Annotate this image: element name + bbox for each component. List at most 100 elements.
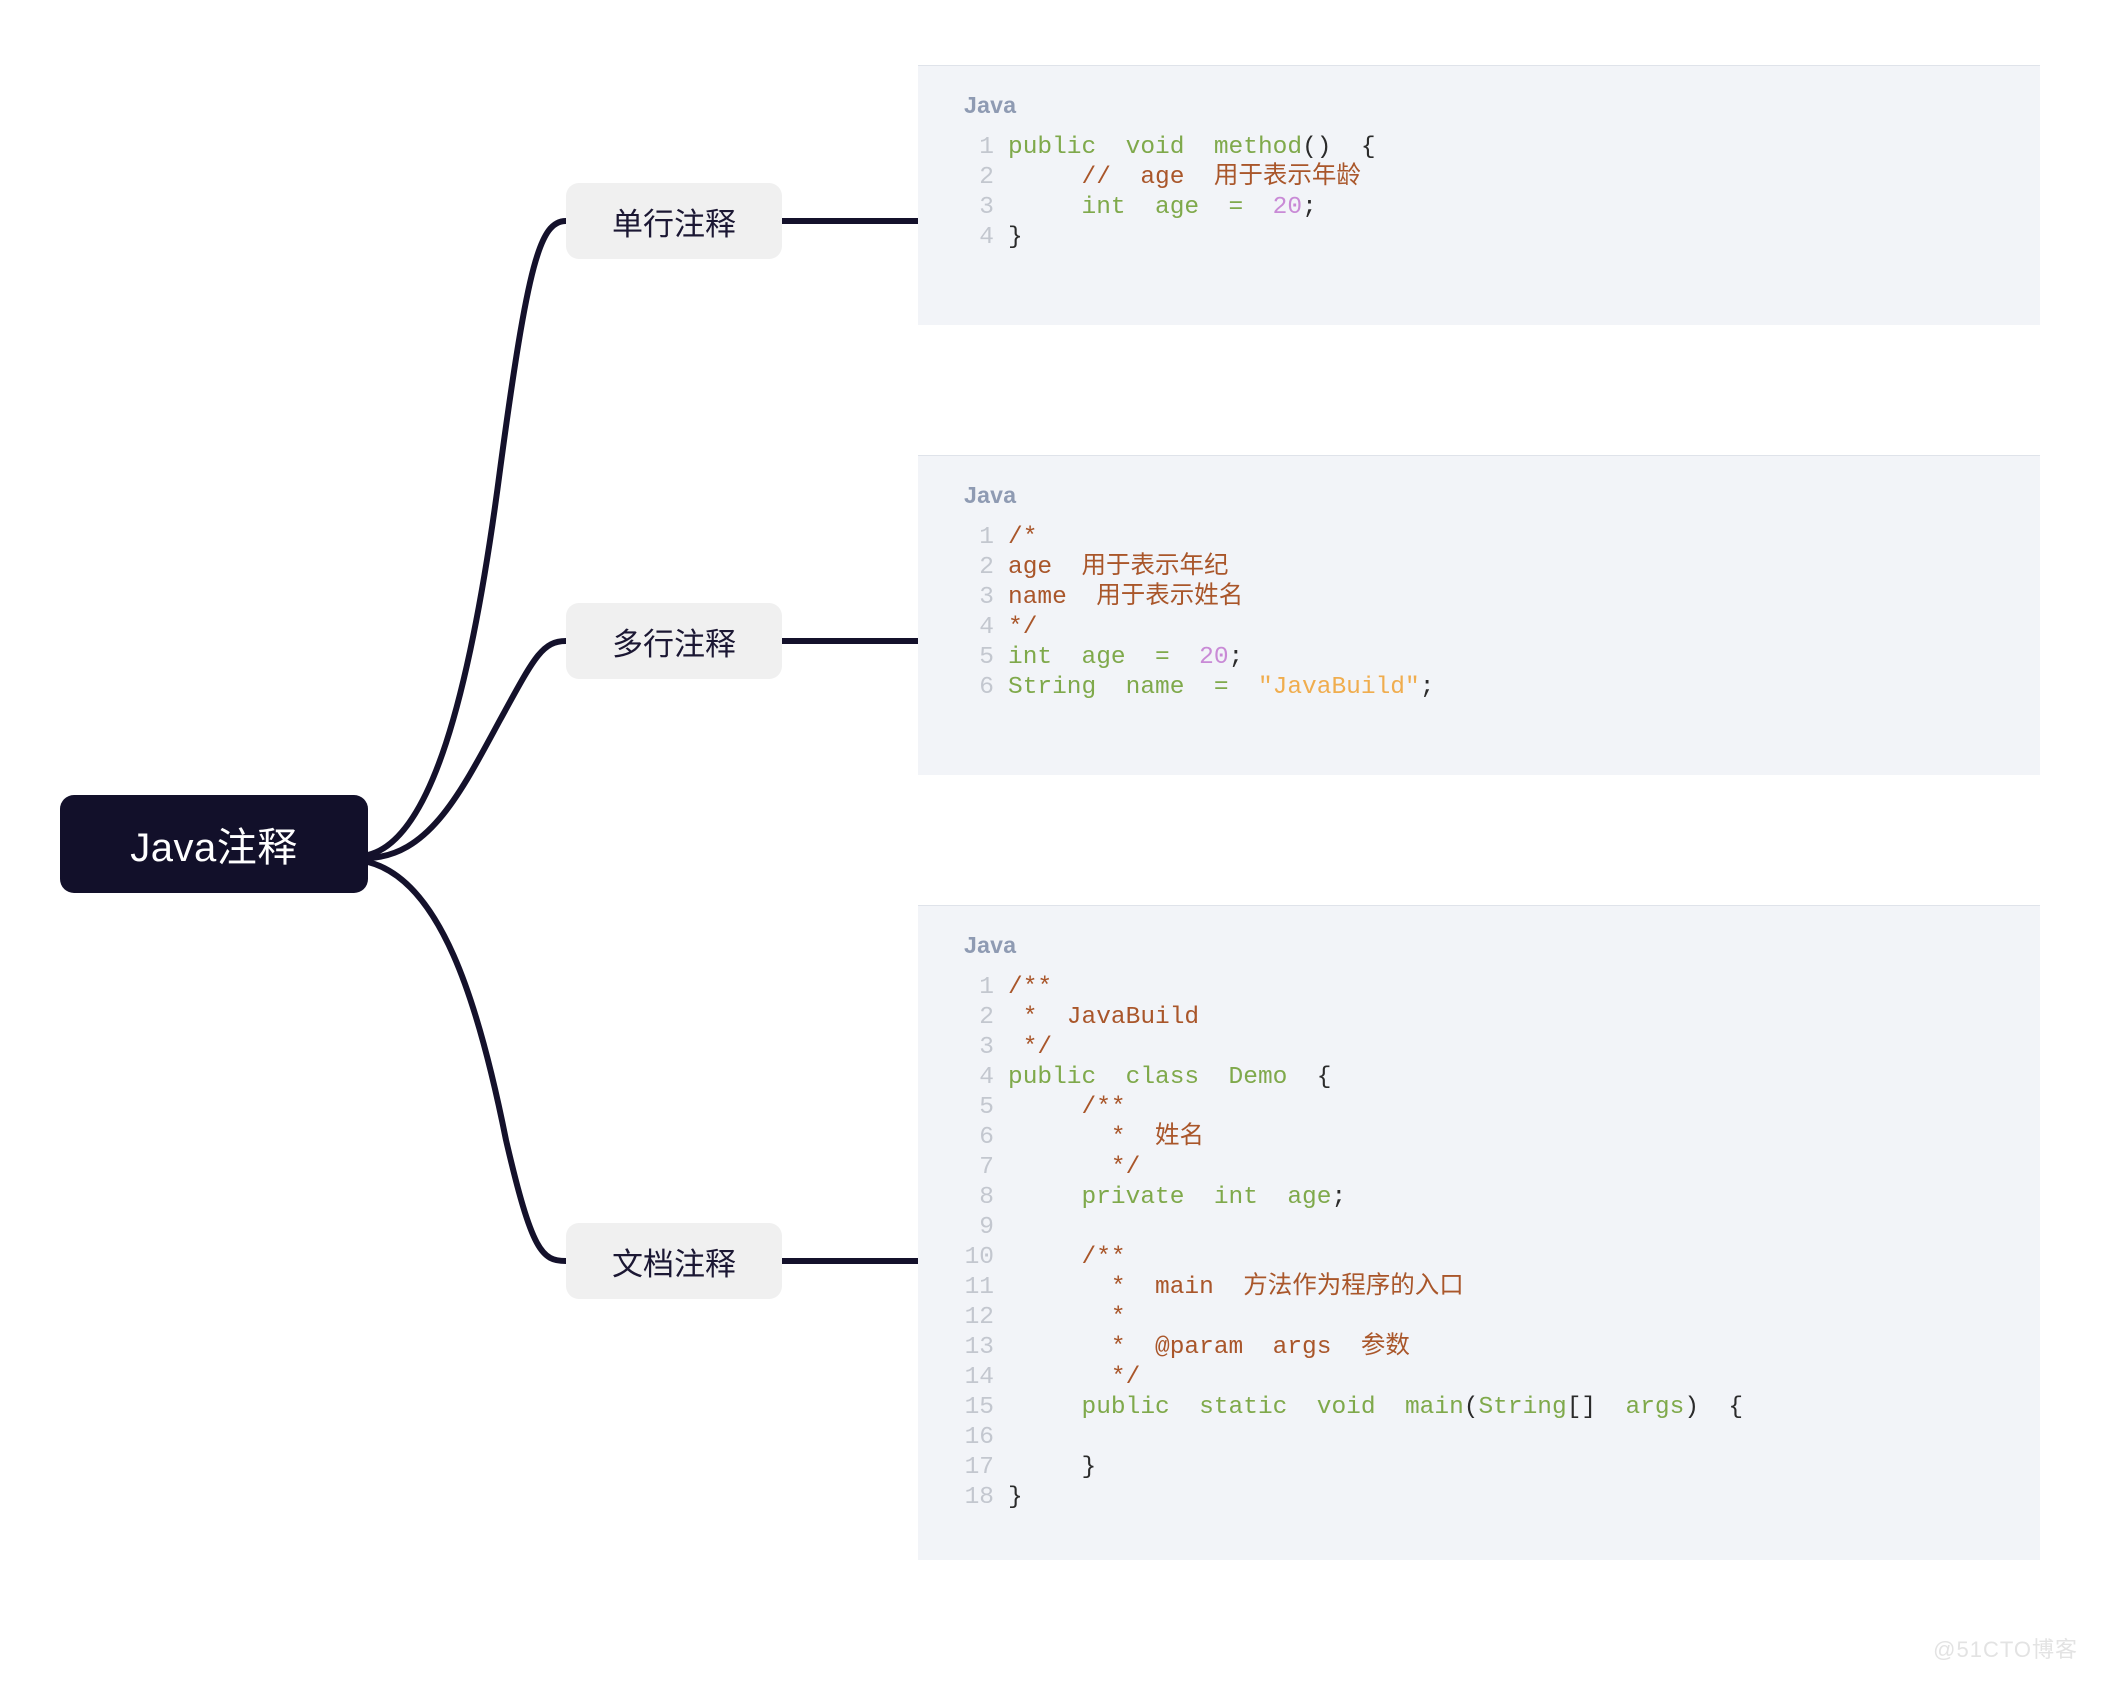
code-line: 4} — [948, 223, 2040, 253]
code-line-number: 16 — [964, 1424, 994, 1451]
code-token-kw: private int age — [1081, 1184, 1332, 1211]
code-line-content: * — [1008, 1303, 1126, 1333]
code-line: 18} — [948, 1483, 2040, 1513]
code-language-label: Java — [964, 482, 1017, 508]
edge-root-to-branch-1 — [365, 638, 569, 861]
code-token-com: */ — [1008, 1034, 1053, 1061]
code-body[interactable]: 1 /* 2 age 用于表示年纪 3 name 用于表示姓名 4 */ 5 int age = … — [918, 523, 2040, 703]
code-line-number: 2 — [979, 164, 994, 191]
edge-root-to-branch-0 — [365, 218, 569, 858]
code-line-number: 4 — [979, 224, 994, 251]
code-token-com: /** — [1081, 1244, 1126, 1271]
code-line-number: 12 — [964, 1304, 994, 1331]
mindmap-root-node[interactable]: Java注释 — [60, 795, 368, 893]
code-line-content: */ — [1008, 1153, 1140, 1183]
code-line: 2 * JavaBuild — [948, 1003, 2040, 1033]
code-line-number: 3 — [979, 1034, 994, 1061]
code-line-number: 5 — [979, 644, 994, 671]
code-line-content: } — [1008, 223, 1023, 253]
code-line: 6 String name = "JavaBuild"; — [948, 673, 2040, 703]
code-token-kw: int age = — [1008, 644, 1200, 671]
mindmap-branch-node-multi-line[interactable]: 多行注释 — [566, 603, 782, 679]
code-line: 13 * @param args 参数 — [948, 1333, 2040, 1363]
code-line-number: 6 — [979, 674, 994, 701]
code-body[interactable]: 1 public void method() {2 // age 用于表示年龄 3 … — [918, 133, 2040, 253]
code-token-punc: ; — [1302, 194, 1317, 221]
code-token-com: age 用于表示年纪 — [1008, 554, 1229, 581]
code-token-kw: args — [1625, 1394, 1685, 1421]
code-token-com: // age 用于表示年龄 — [1081, 164, 1361, 191]
code-token-punc: () { — [1302, 134, 1376, 161]
code-line: 9 — [948, 1213, 2040, 1243]
code-line: 14 */ — [948, 1363, 2040, 1393]
code-line: 17 } — [948, 1453, 2040, 1483]
code-card-single-line-comment: Java 1 public void method() {2 // age 用于表… — [918, 65, 2040, 325]
code-token-punc: ) { — [1684, 1394, 1744, 1421]
code-body[interactable]: 1/** 2 * JavaBuild 3 */4 public class Demo … — [918, 973, 2040, 1513]
code-line-number: 8 — [979, 1184, 994, 1211]
code-line: 4 */ — [948, 613, 2040, 643]
code-line-number: 11 — [964, 1274, 994, 1301]
code-token-kw: String name = — [1008, 674, 1258, 701]
edge-root-to-branch-2 — [365, 859, 569, 1264]
code-line-content: * 姓名 — [1008, 1123, 1204, 1153]
code-line: 2 age 用于表示年纪 — [948, 553, 2040, 583]
mindmap-root-label: Java注释 — [130, 826, 298, 870]
mindmap-branch-label: 单行注释 — [612, 206, 736, 242]
code-line: 7 */ — [948, 1153, 2040, 1183]
code-token-com: /** — [1008, 974, 1053, 1001]
code-line-content: */ — [1008, 613, 1037, 643]
code-token-com: * — [1081, 1304, 1126, 1331]
code-line-number: 3 — [979, 584, 994, 611]
mindmap-canvas: Java注释 单行注释 多行注释 文档注释 Java 1 public void … — [0, 0, 2104, 1682]
code-line-number: 2 — [979, 554, 994, 581]
code-token-punc: ; — [1228, 644, 1244, 671]
code-token-kw: int age = — [1081, 194, 1273, 221]
code-token-str: "JavaBuild" — [1257, 674, 1420, 701]
code-token-num: 20 — [1272, 194, 1303, 221]
code-line-content: name 用于表示姓名 — [1008, 583, 1243, 613]
code-line: 3 int age = 20; — [948, 193, 2040, 223]
code-line-number: 9 — [979, 1214, 994, 1241]
code-line: 3 name 用于表示姓名 — [948, 583, 2040, 613]
code-token-com: */ — [1081, 1364, 1141, 1391]
code-line-content: int age = 20; — [1008, 643, 1243, 673]
code-token-punc: [] — [1566, 1394, 1626, 1421]
code-line-number: 1 — [979, 524, 994, 551]
code-line: 6 * 姓名 — [948, 1123, 2040, 1153]
code-token-num: 20 — [1199, 644, 1229, 671]
code-line-number: 15 — [964, 1394, 994, 1421]
code-line-content: public void method() { — [1008, 133, 1376, 163]
code-line-content: */ — [1008, 1033, 1052, 1063]
code-line: 11 * main 方法作为程序的入口 — [948, 1273, 2040, 1303]
code-line-content: private int age; — [1008, 1183, 1347, 1213]
code-line-number: 14 — [964, 1364, 994, 1391]
code-line-content: /** — [1008, 1243, 1126, 1273]
code-card-multi-line-comment: Java 1 /* 2 age 用于表示年纪 3 name 用于表示姓名 4 */ 5 int a… — [918, 455, 2040, 775]
code-token-kw: public static void main — [1081, 1394, 1464, 1421]
code-line-number: 1 — [979, 974, 994, 1001]
code-token-com: * @param args 参数 — [1081, 1334, 1410, 1361]
code-line-number: 7 — [979, 1154, 994, 1181]
code-token-punc: { — [1316, 1064, 1332, 1091]
mindmap-branch-node-single-line[interactable]: 单行注释 — [566, 183, 782, 259]
code-line-number: 13 — [964, 1334, 994, 1361]
code-line-number: 10 — [964, 1244, 994, 1271]
mindmap-branch-node-doc[interactable]: 文档注释 — [566, 1223, 782, 1299]
code-line-content: // age 用于表示年龄 — [1008, 163, 1361, 193]
code-token-com: * 姓名 — [1081, 1124, 1205, 1151]
code-line-content: * main 方法作为程序的入口 — [1008, 1273, 1464, 1303]
code-line-content: public static void main(String[] args) { — [1008, 1393, 1744, 1423]
code-token-com: */ — [1008, 614, 1038, 641]
code-line-number: 5 — [979, 1094, 994, 1121]
code-line-number: 18 — [964, 1484, 994, 1511]
code-token-com: */ — [1081, 1154, 1141, 1181]
